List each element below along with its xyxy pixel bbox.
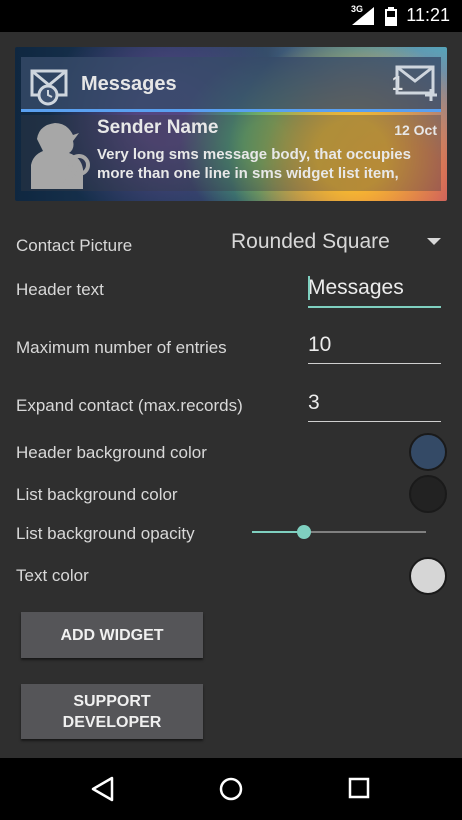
back-icon[interactable]: [90, 776, 116, 802]
max-entries-value: 10: [308, 333, 332, 356]
contact-picture-label: Contact Picture: [16, 236, 133, 255]
expand-contact-input[interactable]: 3: [308, 387, 441, 422]
recents-icon[interactable]: [347, 776, 371, 800]
home-icon[interactable]: [218, 776, 244, 802]
expand-contact-value: 3: [308, 391, 320, 414]
support-developer-button[interactable]: SUPPORT DEVELOPER: [21, 684, 203, 739]
mail-clock-icon: [30, 69, 68, 106]
header-text-value: Messages: [308, 276, 404, 299]
expand-contact-label: Expand contact (max.records): [16, 396, 243, 415]
max-entries-input[interactable]: 10: [308, 329, 441, 364]
preview-header-title: Messages: [81, 73, 177, 95]
dropdown-arrow-icon[interactable]: [427, 238, 441, 245]
message-body: Very long sms message body, that occupie…: [97, 146, 411, 182]
max-entries-label: Maximum number of entries: [16, 338, 227, 357]
sender-name: Sender Name: [97, 117, 219, 138]
preview-header: Messages 1: [21, 57, 441, 112]
header-bg-color-label: Header background color: [16, 443, 207, 462]
preview-list-item: Sender Name 12 Oct Very long sms message…: [21, 115, 441, 191]
opacity-slider-thumb[interactable]: [297, 525, 312, 539]
text-cursor: [308, 276, 310, 300]
widget-preview: Messages 1 Sender Name 12 Oct Very long …: [15, 47, 447, 201]
header-bg-color-swatch[interactable]: [409, 433, 447, 471]
signal-icon: [352, 7, 374, 25]
text-color-swatch[interactable]: [409, 557, 447, 595]
list-bg-color-label: List background color: [16, 485, 178, 504]
list-bg-color-swatch[interactable]: [409, 475, 447, 513]
header-text-label: Header text: [16, 280, 104, 299]
contact-picture-spinner[interactable]: Rounded Square: [231, 230, 390, 254]
list-bg-opacity-label: List background opacity: [16, 524, 195, 543]
text-color-label: Text color: [16, 566, 89, 585]
navigation-bar: [0, 758, 462, 820]
status-bar: 3G 11:21: [0, 0, 462, 32]
add-widget-button[interactable]: ADD WIDGET: [21, 612, 203, 658]
clock: 11:21: [406, 5, 450, 25]
contact-avatar-icon: [31, 123, 90, 189]
message-date: 12 Oct: [394, 122, 437, 138]
header-text-input[interactable]: Messages: [308, 272, 441, 308]
compose-mail-icon: [395, 65, 437, 101]
battery-icon: [385, 7, 397, 26]
